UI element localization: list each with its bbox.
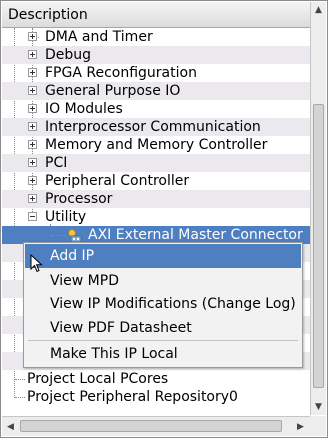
horizontal-scrollbar[interactable]: ◀ ▶ [2, 416, 310, 436]
plus-box-icon[interactable] [28, 194, 37, 203]
arrow-left-icon[interactable]: ◀ [3, 419, 18, 434]
tree-item[interactable]: Peripheral Controller [2, 172, 310, 190]
tree-item-label: IO Modules [45, 101, 123, 117]
plus-box-icon[interactable] [28, 68, 37, 77]
tree-item[interactable]: PCI [2, 154, 310, 172]
tree-item-label: Utility [45, 209, 87, 225]
arrow-up-icon[interactable]: ▲ [311, 2, 326, 17]
tree-item-label: Memory and Memory Controller [45, 137, 268, 153]
tree-item-label: Project Peripheral Repository0 [27, 389, 238, 405]
plus-box-icon[interactable] [28, 104, 37, 113]
tree-item[interactable]: Debug [2, 46, 310, 64]
tree-item-label: Debug [45, 47, 92, 63]
column-header-label: Description [8, 6, 88, 23]
tree-item[interactable]: General Purpose IO [2, 82, 310, 100]
menu-item-label: View MPD [50, 273, 119, 289]
horizontal-scroll-thumb[interactable] [20, 420, 282, 432]
tree-item[interactable]: FPGA Reconfiguration [2, 64, 310, 82]
plus-box-icon[interactable] [28, 176, 37, 185]
arrow-right-icon[interactable]: ▶ [293, 419, 308, 434]
scrollbar-corner [310, 416, 326, 436]
plus-box-icon[interactable] [28, 158, 37, 167]
tree-item-label: Peripheral Controller [45, 173, 190, 189]
tree-item-label: General Purpose IO [45, 83, 181, 99]
tree-item-label: Interprocessor Communication [45, 119, 261, 135]
tree-item[interactable]: Utility [2, 208, 310, 226]
tree-item-label: Project Local PCores [27, 371, 169, 387]
menu-separator [28, 340, 298, 341]
menu-item-view-pdf-datasheet[interactable]: View PDF Datasheet [25, 316, 301, 340]
ip-core-icon [68, 229, 82, 243]
mouse-pointer-icon [30, 254, 43, 273]
menu-item-view-ip-modifications[interactable]: View IP Modifications (Change Log) [25, 292, 301, 316]
plus-box-icon[interactable] [28, 50, 37, 59]
menu-item-view-mpd[interactable]: View MPD [25, 269, 301, 293]
menu-item-label: View PDF Datasheet [50, 320, 192, 336]
arrow-down-icon[interactable]: ▼ [311, 399, 326, 414]
tree-root-item[interactable]: Project Local PCores [2, 370, 310, 388]
menu-item-label: Add IP [50, 248, 95, 264]
plus-box-icon[interactable] [28, 32, 37, 41]
ip-catalog-panel: Description DMA and Timer Debug FPGA Rec… [0, 0, 328, 438]
menu-item-add-ip[interactable]: Add IP [25, 244, 301, 268]
menu-item-label: View IP Modifications (Change Log) [50, 296, 296, 312]
context-menu: Add IP View MPD View IP Modifications (C… [23, 242, 303, 368]
minus-box-icon[interactable] [28, 212, 37, 221]
tree-item[interactable]: IO Modules [2, 100, 310, 118]
tree-item-label: FPGA Reconfiguration [45, 65, 197, 81]
tree-item[interactable]: Interprocessor Communication [2, 118, 310, 136]
menu-item-label: Make This IP Local [50, 346, 178, 362]
plus-box-icon[interactable] [28, 86, 37, 95]
tree-item-label: Processor [45, 191, 113, 207]
tree-item[interactable]: DMA and Timer [2, 28, 310, 46]
tree-item[interactable]: Processor [2, 190, 310, 208]
plus-box-icon[interactable] [28, 122, 37, 131]
vertical-scrollbar[interactable]: ▲ ▼ [310, 2, 326, 415]
tree-item-label: PCI [45, 155, 68, 171]
description-column-header[interactable]: Description [2, 2, 310, 28]
tree-root-item[interactable]: Project Peripheral Repository0 [2, 388, 310, 406]
vertical-scroll-thumb[interactable] [313, 104, 324, 388]
plus-box-icon[interactable] [28, 140, 37, 149]
menu-item-make-ip-local[interactable]: Make This IP Local [25, 342, 301, 366]
tree-item-label: DMA and Timer [45, 29, 153, 45]
tree-item[interactable]: Memory and Memory Controller [2, 136, 310, 154]
